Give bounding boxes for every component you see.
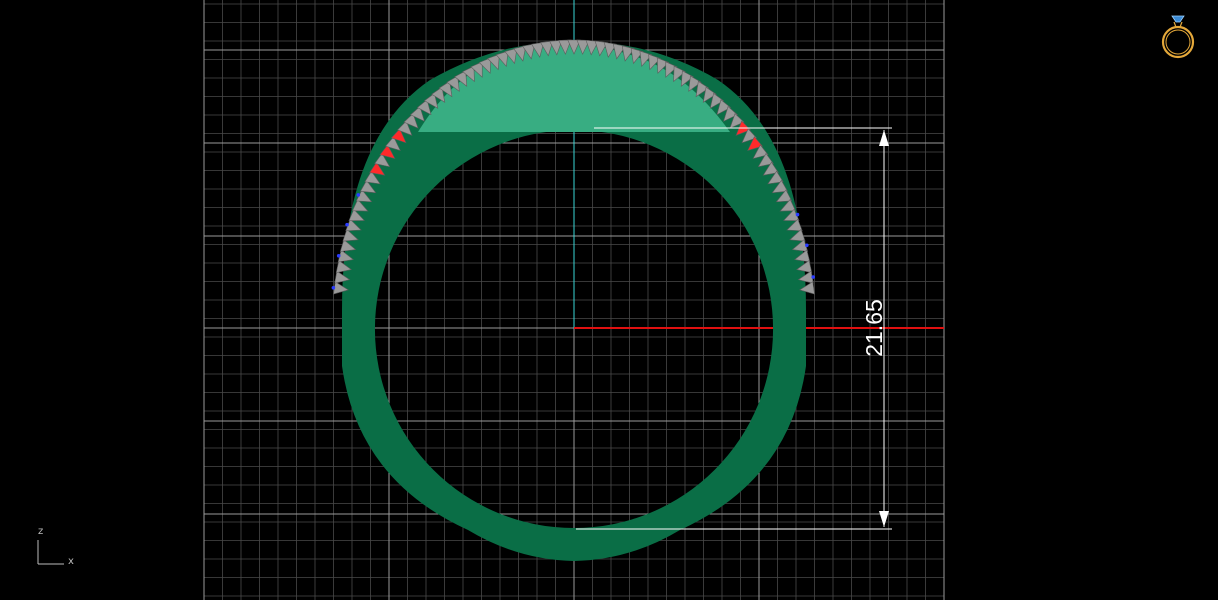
stone-marker	[336, 253, 341, 258]
axis-label-z: z	[38, 526, 44, 537]
stone-marker	[331, 285, 336, 290]
stone-marker	[805, 243, 809, 248]
stone-marker	[811, 275, 815, 279]
axis-label-x: x	[68, 556, 74, 567]
stone-marker	[345, 222, 349, 227]
cad-viewport[interactable]: 21.65	[0, 0, 1218, 600]
dimension-label[interactable]: 21.65	[861, 299, 887, 357]
ring-icon[interactable]	[1156, 8, 1200, 60]
stone-marker	[356, 193, 361, 197]
stone-marker	[795, 212, 800, 217]
axis-gizmo: z x	[30, 526, 80, 572]
